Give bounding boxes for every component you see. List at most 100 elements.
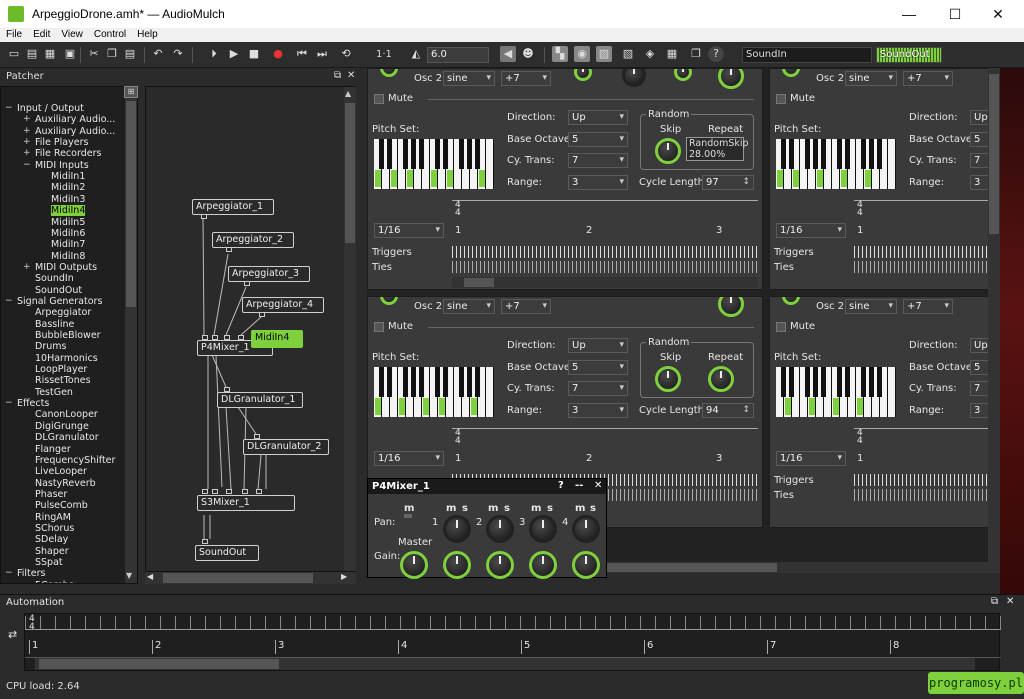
osc2-waveform-select-4[interactable]: sine: [845, 299, 897, 314]
osc1-knob[interactable]: [380, 69, 398, 77]
ch3-mute-label[interactable]: m: [531, 503, 541, 514]
cy-trans-select-3[interactable]: 7: [568, 381, 628, 396]
tree-item[interactable]: SSpat: [35, 557, 63, 568]
mixer-close-button[interactable]: ✕: [594, 480, 602, 491]
undo-icon[interactable]: ↶: [150, 46, 166, 62]
ch1-solo-label[interactable]: s: [462, 503, 468, 514]
tree-item[interactable]: Input / Output: [17, 103, 84, 114]
menu-view[interactable]: View: [55, 28, 88, 40]
pitch-set-keyboard-2[interactable]: [776, 139, 896, 189]
master-mute-label[interactable]: m: [404, 503, 414, 514]
copy-icon[interactable]: ❐: [104, 46, 120, 62]
osc2-transpose-select-3[interactable]: +7: [501, 299, 551, 314]
ties-row[interactable]: [452, 261, 758, 273]
tree-item[interactable]: PulseComb: [35, 500, 88, 511]
mixer-minimize-button[interactable]: --: [575, 480, 583, 491]
close-button[interactable]: ✕: [975, 0, 1021, 28]
osc-knob-b[interactable]: [622, 69, 646, 87]
tree-item[interactable]: Auxiliary Audio...: [35, 126, 115, 137]
tree-scroll-thumb[interactable]: [126, 101, 136, 307]
osc1-knob-4[interactable]: [782, 297, 800, 305]
tree-item[interactable]: DigiGrunge: [35, 421, 89, 432]
cycle-length-spin-3[interactable]: 94: [702, 403, 754, 418]
expand-icon[interactable]: +: [23, 148, 31, 159]
node-soundout[interactable]: SoundOut: [195, 545, 259, 561]
graph-scrollbar-h[interactable]: ◀ ▶: [145, 572, 356, 584]
save-file-icon[interactable]: ▦: [42, 46, 58, 62]
tree-item[interactable]: 5Combs: [35, 580, 74, 583]
maximize-button[interactable]: ☐: [932, 0, 978, 28]
tree-item[interactable]: Signal Generators: [17, 296, 102, 307]
division-select-4[interactable]: 1/16: [776, 451, 846, 466]
ch4-gain-knob[interactable]: [572, 551, 600, 579]
base-octave-select-3[interactable]: 5: [568, 360, 628, 375]
tempo-field[interactable]: 6.0: [427, 47, 489, 63]
osc1-knob-2[interactable]: [782, 69, 800, 77]
ch4-solo-label[interactable]: s: [590, 503, 596, 514]
cycle-length-spin[interactable]: 97: [702, 175, 754, 190]
expand-icon[interactable]: +: [23, 126, 31, 137]
minimize-button[interactable]: —: [886, 0, 932, 28]
mute-checkbox-3[interactable]: [374, 322, 384, 332]
ch1-gain-knob[interactable]: [443, 551, 471, 579]
triggers-row-4[interactable]: [854, 474, 1000, 486]
node-s3mixer-1[interactable]: S3Mixer_1: [197, 495, 295, 511]
pitch-set-keyboard-4[interactable]: [776, 367, 896, 417]
save-as-icon[interactable]: ▣: [62, 46, 78, 62]
redo-icon[interactable]: ↷: [170, 46, 186, 62]
tree-item[interactable]: NastyReverb: [35, 478, 96, 489]
tree-item[interactable]: FrequencyShifter: [35, 455, 115, 466]
mute-checkbox[interactable]: [374, 94, 384, 104]
automation-float-icon[interactable]: ⧉: [991, 596, 998, 607]
module-tree[interactable]: − Input / Output + Auxiliary Audio... + Auxil…: [0, 86, 138, 584]
expand-icon[interactable]: +: [23, 114, 31, 125]
main-scrollbar-v[interactable]: [988, 68, 1000, 562]
tree-item[interactable]: RingAM: [35, 512, 71, 523]
ch2-solo-label[interactable]: s: [504, 503, 510, 514]
tree-item[interactable]: MIDI Inputs: [35, 160, 89, 171]
mute-checkbox-2[interactable]: [776, 94, 786, 104]
random-repeat-knob-3[interactable]: [708, 366, 734, 392]
rewind-icon[interactable]: ⏮: [294, 46, 310, 62]
node-arpeggiator-3[interactable]: Arpeggiator_3: [228, 266, 310, 282]
scroll-down-icon[interactable]: ▼: [126, 571, 132, 580]
ch1-mute-label[interactable]: m: [446, 503, 456, 514]
tree-item[interactable]: SoundOut: [35, 285, 82, 296]
collapse-icon[interactable]: −: [23, 160, 31, 171]
graph-scrollbar-v[interactable]: ▲: [344, 87, 356, 571]
paste-icon[interactable]: ▤: [122, 46, 138, 62]
record-view-icon[interactable]: ◉: [574, 46, 590, 62]
automation-arrow-icon[interactable]: ⇄: [8, 628, 17, 641]
collapse-icon[interactable]: −: [5, 398, 13, 409]
tree-item[interactable]: File Recorders: [35, 148, 101, 159]
collapse-icon[interactable]: −: [5, 568, 13, 579]
properties-icon[interactable]: ▦: [664, 46, 680, 62]
tree-item[interactable]: DLGranulator: [35, 432, 99, 443]
mixer-help-button[interactable]: ?: [558, 480, 564, 491]
automation-close-icon[interactable]: ✕: [1006, 596, 1014, 607]
range-select[interactable]: 3: [568, 175, 628, 190]
tree-item[interactable]: SDelay: [35, 534, 68, 545]
loop-icon[interactable]: ⟲: [338, 46, 354, 62]
osc1-knob-3[interactable]: [380, 297, 398, 305]
scenes-icon[interactable]: ◈: [642, 46, 658, 62]
triggers-row-2[interactable]: [854, 246, 1000, 258]
division-select[interactable]: 1/16: [374, 223, 444, 238]
tree-item[interactable]: Arpeggiator: [35, 307, 91, 318]
collapse-icon[interactable]: −: [5, 296, 13, 307]
tree-item[interactable]: Effects: [17, 398, 49, 409]
ch1-pan-knob[interactable]: [443, 515, 471, 543]
tree-item[interactable]: Auxiliary Audio...: [35, 114, 115, 125]
ch2-pan-knob[interactable]: [486, 515, 514, 543]
mixer-title-bar[interactable]: P4Mixer_1 ? -- ✕: [368, 479, 606, 494]
osc2-waveform-select-2[interactable]: sine: [845, 71, 897, 86]
node-dlgranulator-2[interactable]: DLGranulator_2: [243, 439, 329, 455]
ch4-pan-knob[interactable]: [572, 515, 600, 543]
ch3-solo-label[interactable]: s: [547, 503, 553, 514]
tree-item[interactable]: LiveLooper: [35, 466, 87, 477]
tree-item[interactable]: MidiIn7: [51, 239, 85, 250]
direction-select-3[interactable]: Up: [568, 338, 628, 353]
tree-item[interactable]: MidiIn8: [51, 251, 85, 262]
patcher-graph[interactable]: Arpeggiator_1 Arpeggiator_2 Arpeggiator_…: [145, 86, 356, 572]
metronome-icon[interactable]: ◭: [408, 46, 424, 62]
